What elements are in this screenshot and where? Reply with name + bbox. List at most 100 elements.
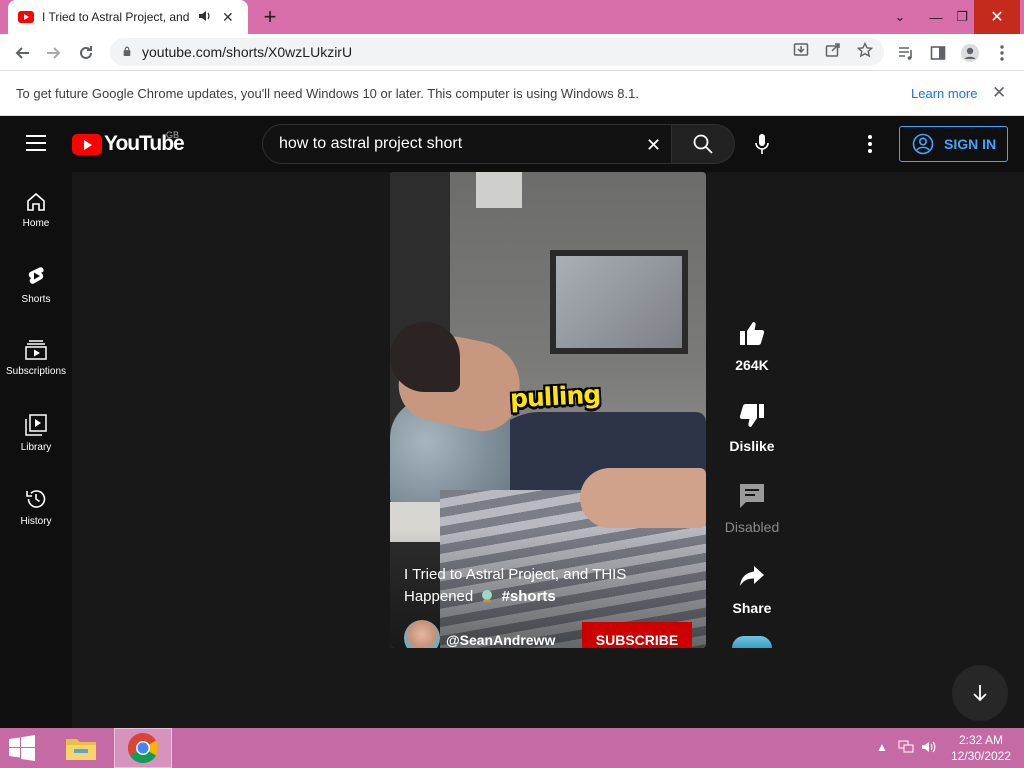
reload-button[interactable] — [72, 39, 100, 67]
guide-menu-icon[interactable] — [26, 135, 46, 151]
short-title-line2: Happened — [404, 588, 474, 605]
dislike-label: Dislike — [729, 438, 775, 454]
window-close-button[interactable]: ✕ — [974, 0, 1020, 34]
rail-item-library[interactable]: Library — [0, 394, 72, 468]
audio-playing-icon[interactable] — [198, 10, 212, 25]
thumbs-down-icon — [739, 404, 764, 427]
tab-close-icon[interactable]: ✕ — [222, 9, 234, 26]
sign-in-button[interactable]: SIGN IN — [899, 126, 1008, 162]
home-icon — [27, 192, 45, 211]
show-hidden-icons[interactable]: ▲ — [876, 740, 888, 754]
crystal-ball-emoji-icon — [482, 590, 493, 603]
subscriptions-icon — [25, 340, 47, 360]
chrome-logo-icon — [127, 733, 159, 764]
share-page-icon[interactable] — [822, 42, 844, 62]
dislike-button[interactable]: Dislike — [716, 401, 788, 454]
bookmark-star-icon[interactable] — [854, 41, 876, 62]
url-text[interactable]: youtube.com/shorts/X0wzLUkzirU — [142, 44, 352, 60]
rail-label-library: Library — [20, 442, 52, 453]
back-button[interactable] — [8, 39, 36, 67]
rail-item-shorts[interactable]: Shorts — [0, 246, 72, 320]
file-explorer-taskbar-icon[interactable] — [52, 728, 110, 768]
reload-icon — [80, 46, 92, 59]
microphone-icon — [755, 134, 769, 154]
rail-item-subscriptions[interactable]: Subscriptions — [0, 320, 72, 394]
back-arrow-icon — [15, 47, 29, 59]
clock-time: 2:32 AM — [958, 733, 1004, 747]
next-video-button[interactable] — [952, 665, 1008, 721]
chrome-taskbar-icon[interactable] — [114, 728, 172, 768]
volume-icon[interactable] — [921, 740, 937, 757]
voice-search-button[interactable] — [742, 126, 782, 162]
learn-more-link[interactable]: Learn more — [911, 86, 977, 101]
infobar-close-icon[interactable]: ✕ — [992, 83, 1006, 103]
youtube-play-logo-icon — [72, 133, 102, 155]
comments-button[interactable]: Disabled — [716, 482, 788, 535]
shorts-hashtag-link[interactable]: #shorts — [502, 588, 556, 605]
next-short-channel-avatar[interactable] — [732, 636, 772, 648]
install-app-icon[interactable] — [790, 42, 812, 62]
browser-tab[interactable]: I Tried to Astral Project, and THIS Happ… — [8, 0, 248, 34]
thumbs-up-icon — [740, 322, 765, 345]
browser-menu-icon[interactable] — [988, 39, 1016, 67]
comments-label: Disabled — [724, 519, 780, 535]
channel-name-link[interactable]: @SeanAndreww — [446, 632, 555, 648]
share-button[interactable]: Share — [716, 563, 788, 616]
library-icon — [25, 414, 47, 436]
search-box: ✕ — [262, 124, 672, 164]
comment-icon — [740, 484, 764, 508]
youtube-favicon-icon — [18, 11, 34, 23]
rail-label-home: Home — [22, 218, 50, 229]
guide-rail: Home Shorts Subscriptions Library Histor… — [0, 172, 72, 728]
rail-item-home[interactable]: Home — [0, 172, 72, 246]
short-title[interactable]: I Tried to Astral Project, and THIS Happ… — [404, 564, 694, 608]
rail-item-history[interactable]: History — [0, 468, 72, 542]
search-clear-icon[interactable]: ✕ — [646, 135, 661, 156]
account-circle-icon — [912, 133, 934, 155]
search-button[interactable] — [672, 124, 735, 164]
browser-toolbar: youtube.com/shorts/X0wzLUkzirU — [0, 34, 1024, 71]
rail-label-shorts: Shorts — [21, 294, 51, 305]
forward-arrow-icon — [47, 47, 61, 59]
search-input[interactable] — [279, 135, 639, 153]
country-code: GB — [166, 130, 180, 140]
forward-button[interactable] — [40, 39, 68, 67]
settings-more-icon[interactable] — [862, 130, 878, 158]
subscribe-button[interactable]: SUBSCRIBE — [582, 622, 692, 648]
lock-icon — [123, 46, 131, 56]
media-controls-icon[interactable] — [892, 39, 920, 67]
share-arrow-icon — [740, 566, 764, 586]
profile-avatar-icon[interactable] — [956, 39, 984, 67]
like-button[interactable]: 264K — [716, 320, 788, 373]
youtube-header: YouTube GB ✕ SIGN IN — [0, 116, 1024, 172]
system-clock[interactable]: 2:32 AM 12/30/2022 — [946, 732, 1016, 764]
history-icon — [26, 490, 46, 508]
address-bar[interactable]: youtube.com/shorts/X0wzLUkzirU — [110, 38, 884, 66]
sign-in-label: SIGN IN — [944, 136, 997, 152]
tab-search-button[interactable]: ⌄ — [884, 0, 916, 34]
folder-icon — [66, 739, 96, 760]
infobar-message: To get future Google Chrome updates, you… — [16, 86, 639, 101]
clock-date: 12/30/2022 — [950, 749, 1012, 763]
rail-label-subscriptions: Subscriptions — [5, 366, 67, 377]
search-icon — [693, 134, 713, 154]
share-label: Share — [732, 600, 772, 616]
video-burned-caption: pulling — [509, 379, 601, 414]
new-tab-button[interactable]: + — [258, 3, 282, 31]
tab-title: I Tried to Astral Project, and THIS Happ… — [42, 10, 190, 24]
channel-avatar[interactable] — [404, 620, 440, 648]
windows-taskbar: ▲ 2:32 AM 12/30/2022 — [0, 728, 1024, 768]
short-title-line1: I Tried to Astral Project, and THIS — [404, 566, 627, 583]
wall-picture — [550, 250, 688, 354]
rail-label-history: History — [20, 516, 52, 527]
windows-start-button[interactable] — [8, 735, 38, 761]
browser-tab-strip: I Tried to Astral Project, and THIS Happ… — [0, 0, 1024, 34]
like-count: 264K — [735, 357, 769, 373]
side-panel-icon[interactable] — [924, 39, 952, 67]
short-video-player[interactable]: pulling I Tried to Astral Project, and T… — [390, 172, 706, 648]
shorts-icon — [28, 267, 44, 284]
arrow-down-icon — [973, 685, 987, 702]
windows-logo-icon — [9, 735, 35, 761]
network-icon[interactable] — [898, 740, 914, 757]
update-infobar: To get future Google Chrome updates, you… — [0, 71, 1024, 116]
